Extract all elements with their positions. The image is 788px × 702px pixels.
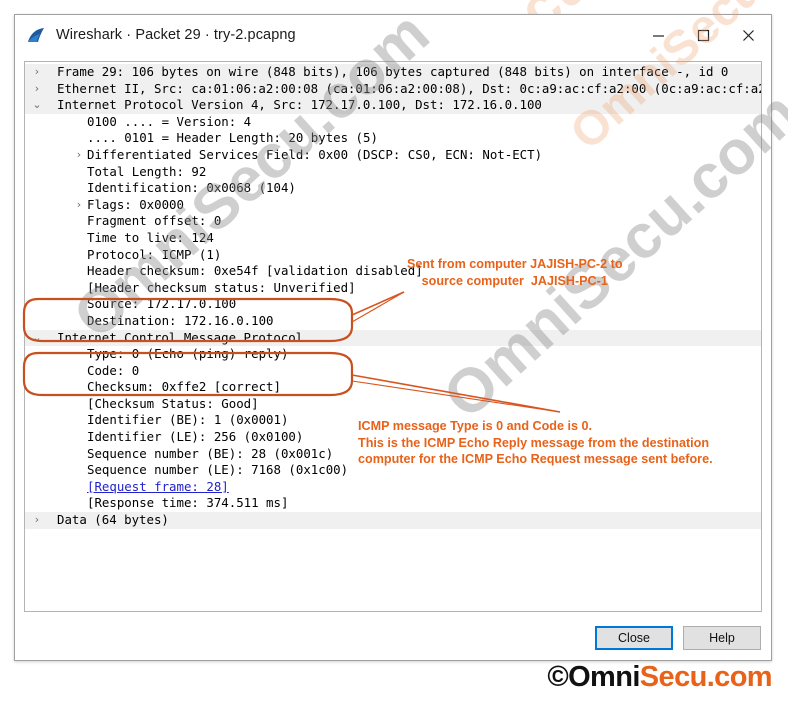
packet-detail-row-label: Differentiated Services Field: 0x00 (DSC… [87,146,543,162]
packet-detail-row[interactable]: › Frame 29: 106 bytes on wire (848 bits),… [25,64,761,81]
packet-detail-row[interactable]: Total Length: 92 [25,164,761,181]
packet-detail-row-label: Identifier (LE): 256 (0x0100) [87,429,304,445]
packet-detail-row-label: Destination: 172.16.0.100 [87,312,274,328]
packet-detail-row[interactable]: [Checksum Status: Good] [25,396,761,413]
maximize-icon[interactable] [681,15,726,55]
packet-detail-pane[interactable]: › Frame 29: 106 bytes on wire (848 bits),… [24,61,762,612]
chevron-right-icon[interactable]: › [73,197,85,214]
packet-detail-row[interactable]: .... 0101 = Header Length: 20 bytes (5) [25,130,761,147]
packet-detail-row-label: [Checksum Status: Good] [87,395,259,411]
dialog-button-row: Close Help [595,626,761,650]
packet-detail-row-label: 0100 .... = Version: 4 [87,113,252,129]
packet-detail-row[interactable]: › Data (64 bytes) [25,512,761,529]
chevron-right-icon[interactable]: › [31,81,43,98]
packet-detail-row-label[interactable]: [Request frame: 28] [25,479,229,496]
packet-detail-row[interactable]: Identification: 0x0068 (104) [25,180,761,197]
packet-detail-row-label: Sequence number (LE): 7168 (0x1c00) [87,462,349,478]
help-button[interactable]: Help [683,626,761,650]
packet-detail-row[interactable]: ⌄ Internet Protocol Version 4, Src: 172.1… [25,97,761,114]
omnisecu-logo: ©OmniSecu.com [547,661,772,694]
wireshark-shark-fin-icon [27,27,47,44]
packet-detail-row[interactable]: Destination: 172.16.0.100 [25,313,761,330]
packet-detail-row-label: Protocol: ICMP (1) [87,246,222,262]
packet-detail-row-label: Flags: 0x0000 [87,196,184,212]
omnisecu-logo-black: ©Omni [547,661,640,693]
title-bar: Wireshark · Packet 29 · try-2.pcapng [15,15,771,55]
screenshot-root: OmniSecu.com Wireshark · Packet 29 · try… [0,0,788,702]
packet-detail-row[interactable]: [Request frame: 28] [25,479,761,496]
annotation-text-two: ICMP message Type is 0 and Code is 0. Th… [358,419,713,466]
close-button[interactable]: Close [595,626,673,650]
packet-detail-row-label: Total Length: 92 [87,163,207,179]
packet-detail-row-label: Data (64 bytes) [57,512,169,528]
packet-detail-row-label: Source: 172.17.0.100 [87,296,237,312]
packet-detail-row[interactable]: Protocol: ICMP (1) [25,247,761,264]
packet-detail-row-label: Internet Protocol Version 4, Src: 172.17… [57,97,542,113]
packet-detail-row-label: Type: 0 (Echo (ping) reply) [87,346,289,362]
packet-detail-row-label: Frame 29: 106 bytes on wire (848 bits), … [57,64,729,79]
packet-detail-row-label: Code: 0 [87,362,140,378]
packet-detail-row[interactable]: › Differentiated Services Field: 0x00 (DS… [25,147,761,164]
packet-detail-row[interactable]: › Ethernet II, Src: ca:01:06:a2:00:08 (ca… [25,80,762,98]
window-title: Wireshark · Packet 29 · try-2.pcapng [56,27,296,43]
minimize-icon[interactable] [636,15,681,55]
packet-detail-row-label: Checksum: 0xffe2 [correct] [87,379,281,395]
wireshark-packet-window: Wireshark · Packet 29 · try-2.pcapng › Fr… [14,14,772,661]
chevron-right-icon[interactable]: › [73,147,85,164]
packet-detail-row-label: [Header checksum status: Unverified] [87,279,356,295]
packet-detail-row[interactable]: 0100 .... = Version: 4 [25,114,761,131]
chevron-down-icon[interactable]: ⌄ [31,330,43,347]
annotation-text-one: Sent from computer JAJISH-PC-2 to source… [407,257,623,288]
packet-detail-row-label: Header checksum: 0xe54f [validation disa… [87,263,423,279]
packet-detail-row-label: Sequence number (BE): 28 (0x001c) [87,445,334,461]
packet-detail-row-label: Internet Control Message Protocol [57,329,304,345]
packet-detail-row-label: [Response time: 374.511 ms] [87,495,289,511]
packet-detail-row-label: Identifier (BE): 1 (0x0001) [87,412,289,428]
packet-detail-row[interactable]: [Response time: 374.511 ms] [25,495,761,512]
packet-detail-row[interactable]: [Header checksum status: Unverified] [25,280,761,297]
packet-detail-row[interactable]: Time to live: 124 [25,230,761,247]
packet-detail-row-label: Identification: 0x0068 (104) [87,180,296,196]
packet-detail-row-label: Fragment offset: 0 [87,213,222,229]
packet-detail-row[interactable]: Header checksum: 0xe54f [validation disa… [25,263,761,280]
chevron-right-icon[interactable]: › [31,512,43,529]
packet-detail-row-label: Ethernet II, Src: ca:01:06:a2:00:08 (ca:… [57,80,762,96]
packet-detail-row[interactable]: ⌄ Internet Control Message Protocol [25,329,761,347]
packet-detail-row[interactable]: › Flags: 0x0000 [25,197,761,214]
chevron-right-icon[interactable]: › [31,64,43,81]
packet-detail-row[interactable]: Code: 0 [25,363,761,380]
packet-detail-row-label: .... 0101 = Header Length: 20 bytes (5) [87,130,378,146]
chevron-down-icon[interactable]: ⌄ [31,97,43,114]
close-icon[interactable] [726,15,771,55]
omnisecu-logo-orange: Secu.com [639,661,773,693]
packet-detail-row[interactable]: Fragment offset: 0 [25,213,761,230]
window-controls [636,15,771,55]
packet-detail-row[interactable]: Source: 172.17.0.100 [25,296,761,313]
packet-detail-row-label: Time to live: 124 [87,229,214,245]
packet-detail-row[interactable]: Checksum: 0xffe2 [correct] [25,379,761,396]
packet-detail-row[interactable]: Type: 0 (Echo (ping) reply) [25,346,761,363]
